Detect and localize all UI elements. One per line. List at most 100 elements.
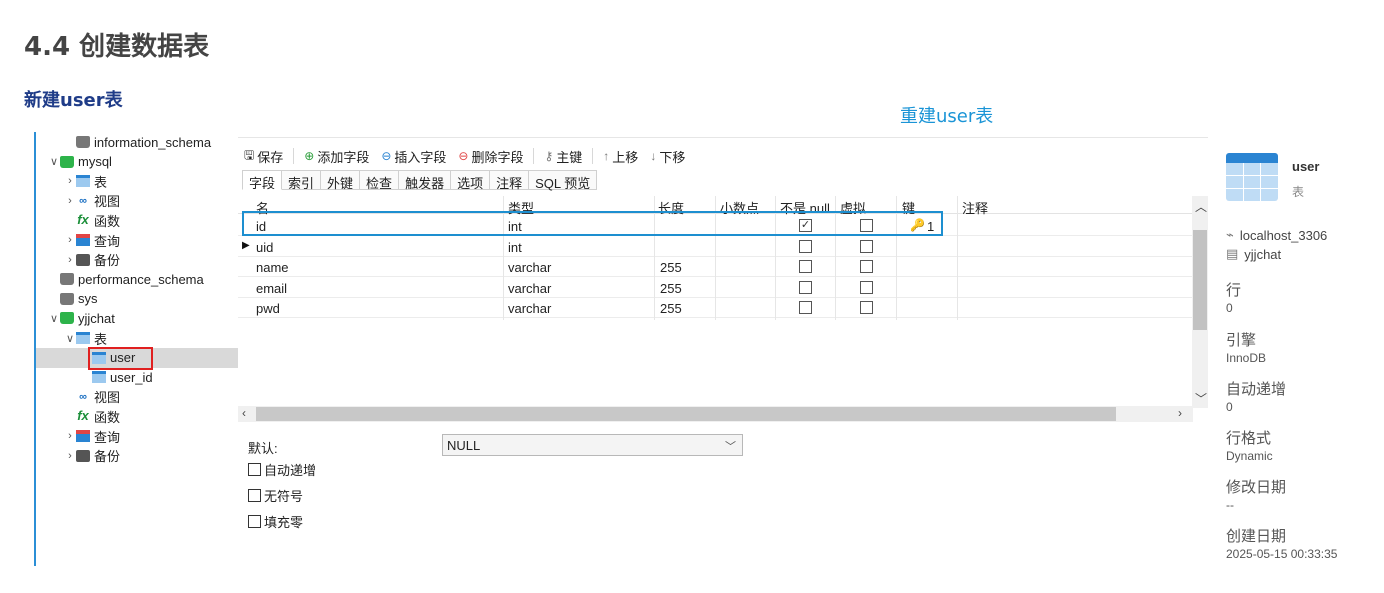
row-format-value: Dynamic: [1226, 449, 1273, 463]
field-length-cell[interactable]: 255: [660, 301, 682, 316]
tab-2[interactable]: 外键: [321, 170, 361, 191]
section-subtitle: 新建user表: [24, 90, 123, 111]
tree-item-label: 表: [94, 331, 108, 347]
chevron-right-icon[interactable]: ›: [64, 195, 76, 207]
tab-3[interactable]: 检查: [360, 170, 400, 191]
tree-item[interactable]: › 查询: [36, 230, 238, 250]
checkbox-box[interactable]: [248, 515, 261, 528]
field-type-cell[interactable]: varchar: [508, 260, 551, 275]
move-up-button[interactable]: ↑ 上移: [597, 147, 644, 166]
default-value-select[interactable]: NULL ﹀: [442, 434, 743, 456]
chevron-down-icon[interactable]: ∨: [48, 312, 60, 325]
tab-7[interactable]: SQL 预览: [529, 170, 598, 191]
database-line: ▤ yjjchat: [1226, 246, 1282, 262]
tree-item[interactable]: sys: [36, 289, 238, 309]
tree-item-label: 视图: [94, 194, 121, 210]
field-length-cell[interactable]: 255: [660, 260, 682, 275]
chevron-right-icon[interactable]: ›: [64, 254, 76, 266]
tree-item-label: 备份: [94, 449, 121, 465]
tree-item[interactable]: › 查询: [36, 426, 238, 446]
vertical-scrollbar[interactable]: ︿ ﹀: [1192, 196, 1208, 408]
virtual-checkbox[interactable]: [860, 280, 873, 294]
tree-item[interactable]: › 表: [36, 171, 238, 191]
checkbox-box[interactable]: [248, 489, 261, 502]
table-design-panel: 🖫 保存 ⊕ 添加字段 ⊖ 插入字段 ⊖ 删除字段 ⚷ 主键 ↑ 上移 ↓ 下移 字段 索引 外键…: [238, 137, 1208, 566]
scroll-left-icon[interactable]: ‹: [242, 406, 246, 420]
tab-4[interactable]: 触发器: [399, 170, 452, 191]
tree-item[interactable]: ∨ 表: [36, 328, 238, 348]
tree-item-label: information_schema: [94, 134, 212, 150]
chevron-right-icon[interactable]: ›: [64, 450, 76, 462]
view-icon: ∞: [79, 390, 87, 403]
table-icon: [92, 371, 106, 384]
database-green-icon: [60, 155, 74, 168]
insert-field-button[interactable]: ⊖ 插入字段: [375, 147, 452, 166]
field-type-cell[interactable]: int: [508, 240, 522, 255]
tree-item[interactable]: ∨ mysql: [36, 152, 238, 172]
virtual-checkbox[interactable]: [860, 301, 873, 314]
column-header-comment[interactable]: 注释: [962, 198, 988, 217]
database-icon: [60, 273, 74, 286]
tree-item[interactable]: › 备份: [36, 250, 238, 270]
toolbar-divider: [533, 148, 535, 164]
horizontal-scrollbar[interactable]: ‹ ›: [238, 406, 1193, 422]
unsigned-checkbox[interactable]: 无符号: [248, 486, 303, 505]
not-null-checkbox[interactable]: [799, 260, 812, 273]
database-icon: [60, 292, 74, 305]
tree-item[interactable]: information_schema: [36, 132, 238, 152]
tree-item[interactable]: performance_schema: [36, 269, 238, 289]
toolbar-divider: [293, 148, 295, 164]
default-label: 默认:: [248, 441, 278, 456]
function-icon: fx: [77, 212, 89, 228]
object-type: 表: [1292, 185, 1305, 199]
toolbar-divider: [592, 148, 594, 164]
field-length-cell[interactable]: 255: [660, 281, 682, 296]
checkbox-box[interactable]: [248, 463, 261, 476]
vertical-scroll-thumb[interactable]: [1193, 230, 1207, 330]
not-null-checkbox[interactable]: [799, 280, 812, 294]
tree-item[interactable]: user_id: [36, 367, 238, 387]
scroll-up-icon[interactable]: ︿: [1195, 198, 1207, 215]
save-button[interactable]: 🖫 保存: [238, 146, 289, 167]
horizontal-scroll-thumb[interactable]: [256, 407, 1116, 421]
move-down-button[interactable]: ↓ 下移: [644, 147, 691, 166]
field-name-cell[interactable]: name: [256, 260, 289, 275]
not-null-checkbox[interactable]: [799, 239, 812, 253]
chevron-down-icon: ﹀: [725, 441, 736, 453]
tab-5[interactable]: 选项: [451, 170, 491, 191]
virtual-checkbox[interactable]: [860, 260, 873, 273]
chevron-right-icon[interactable]: ›: [64, 175, 76, 187]
tree-item[interactable]: fx 函数: [36, 406, 238, 426]
not-null-checkbox[interactable]: [799, 301, 812, 314]
delete-field-button[interactable]: ⊖ 删除字段: [452, 147, 529, 166]
tab-1[interactable]: 索引: [282, 170, 322, 191]
chevron-down-icon[interactable]: ∨: [48, 155, 60, 168]
add-field-button[interactable]: ⊕ 添加字段: [298, 147, 375, 166]
field-type-cell[interactable]: varchar: [508, 281, 551, 296]
tree-item[interactable]: ∞ 视图: [36, 387, 238, 407]
virtual-checkbox[interactable]: [860, 239, 873, 253]
tab-6[interactable]: 注释: [490, 170, 530, 191]
field-name-cell[interactable]: pwd: [256, 301, 280, 316]
tree-item[interactable]: › ∞ 视图: [36, 191, 238, 211]
tree-item[interactable]: fx 函数: [36, 210, 238, 230]
field-name-cell[interactable]: email: [256, 281, 287, 296]
engine-label: 引擎: [1226, 332, 1257, 349]
chevron-right-icon[interactable]: ›: [64, 234, 76, 246]
scroll-right-icon[interactable]: ›: [1178, 406, 1182, 420]
tree-item[interactable]: ∨ yjjchat: [36, 308, 238, 328]
object-name: user: [1292, 159, 1320, 174]
scroll-down-icon[interactable]: ﹀: [1195, 390, 1207, 407]
auto-increment-checkbox[interactable]: 自动递增: [248, 460, 316, 479]
function-icon: fx: [77, 408, 89, 424]
primary-key-button[interactable]: ⚷ 主键: [538, 147, 588, 166]
tab-0[interactable]: 字段: [242, 170, 283, 191]
tree-item[interactable]: › 备份: [36, 446, 238, 466]
current-row-marker-icon: ▶: [242, 239, 250, 251]
field-type-cell[interactable]: varchar: [508, 301, 551, 316]
zerofill-checkbox[interactable]: 填充零: [248, 512, 303, 531]
chevron-down-icon[interactable]: ∨: [64, 332, 76, 345]
chevron-right-icon[interactable]: ›: [64, 430, 76, 442]
modified-date-label: 修改日期: [1226, 479, 1287, 496]
field-name-cell[interactable]: uid: [256, 240, 273, 255]
